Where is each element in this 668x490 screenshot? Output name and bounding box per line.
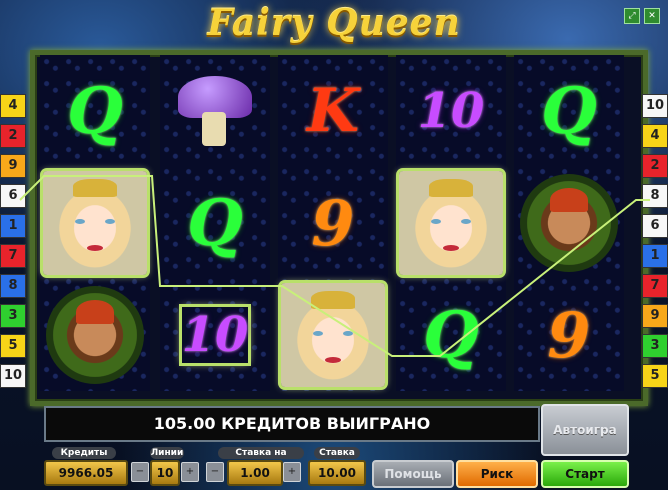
line-number-7: 7 <box>642 274 668 298</box>
elf-symbol <box>520 174 618 272</box>
autoplay-button[interactable]: Автоигра <box>541 404 629 456</box>
line-number-6: 6 <box>0 184 26 208</box>
line-number-10: 10 <box>642 94 668 118</box>
reel-cell <box>514 167 624 279</box>
reel-4: 10 Q <box>396 55 506 391</box>
symbol-q: Q <box>541 73 597 149</box>
reel-2: Q 10 <box>160 55 270 391</box>
reel-cell <box>40 279 150 391</box>
line-number-4: 4 <box>642 124 668 148</box>
symbol-9: 9 <box>547 298 591 372</box>
symbol-q: Q <box>423 297 479 373</box>
credits-value: 9966.05 <box>44 460 128 486</box>
expand-icon[interactable]: ⤢ <box>624 8 640 24</box>
bet-per-line-value: 1.00 <box>227 460 283 486</box>
reel-cell: K <box>278 55 388 167</box>
bet-plus-button[interactable]: + <box>283 462 301 482</box>
line-number-6: 6 <box>642 214 668 238</box>
line-number-2: 2 <box>642 154 668 178</box>
line-number-3: 3 <box>642 334 668 358</box>
line-number-2: 2 <box>0 124 26 148</box>
start-button[interactable]: Старт <box>541 460 629 488</box>
reel-cell: 10 <box>160 279 270 391</box>
reel-1: Q <box>40 55 150 391</box>
reel-cell <box>396 167 506 279</box>
reel-cell: 9 <box>514 279 624 391</box>
credits-label: Кредиты <box>52 447 116 459</box>
reel-cell: Q <box>396 279 506 391</box>
lines-label: Линии <box>150 447 184 459</box>
fairy-queen-symbol <box>399 171 503 275</box>
mushroom-symbol <box>170 66 260 156</box>
lines-plus-button[interactable]: + <box>181 462 199 482</box>
stake-value: 10.00 <box>308 460 366 486</box>
close-icon[interactable]: ✕ <box>644 8 660 24</box>
symbol-9: 9 <box>311 186 355 260</box>
help-button[interactable]: Помощь <box>372 460 454 488</box>
line-number-5: 5 <box>0 334 26 358</box>
stake-label: Ставка <box>314 447 360 459</box>
symbol-q: Q <box>67 73 123 149</box>
elf-symbol <box>46 286 144 384</box>
reel-5: Q9 <box>514 55 624 391</box>
window-controls: ⤢ ✕ <box>624 8 660 24</box>
line-number-1: 1 <box>642 244 668 268</box>
game-title: Fairy Queen <box>207 2 461 44</box>
line-number-1: 1 <box>0 214 26 238</box>
line-number-9: 9 <box>642 304 668 328</box>
bet-minus-button[interactable]: − <box>206 462 224 482</box>
reel-cell: 9 <box>278 167 388 279</box>
risk-button[interactable]: Риск <box>456 460 538 488</box>
reel-cell <box>278 279 388 391</box>
reel-cell <box>40 167 150 279</box>
fairy-queen-symbol <box>43 171 147 275</box>
reel-cell: Q <box>40 55 150 167</box>
win-message: 105.00 КРЕДИТОВ ВЫИГРАНО <box>44 406 540 442</box>
lines-minus-button[interactable]: − <box>131 462 149 482</box>
reel-cell: Q <box>514 55 624 167</box>
symbol-10: 10 <box>417 83 485 139</box>
reel-3: K9 <box>278 55 388 391</box>
line-number-9: 9 <box>0 154 26 178</box>
line-number-8: 8 <box>642 184 668 208</box>
line-number-7: 7 <box>0 244 26 268</box>
reel-cell: 10 <box>396 55 506 167</box>
line-number-10: 10 <box>0 364 26 388</box>
symbol-k: K <box>306 76 360 146</box>
line-number-4: 4 <box>0 94 26 118</box>
line-number-3: 3 <box>0 304 26 328</box>
lines-value: 10 <box>150 460 180 486</box>
reel-cell <box>160 55 270 167</box>
symbol-q: Q <box>187 185 243 261</box>
bet-per-line-label: Ставка на линию <box>218 447 304 470</box>
reel-cell: Q <box>160 167 270 279</box>
symbol-10: 10 <box>181 307 249 363</box>
fairy-queen-symbol <box>281 283 385 387</box>
line-number-8: 8 <box>0 274 26 298</box>
line-number-5: 5 <box>642 364 668 388</box>
